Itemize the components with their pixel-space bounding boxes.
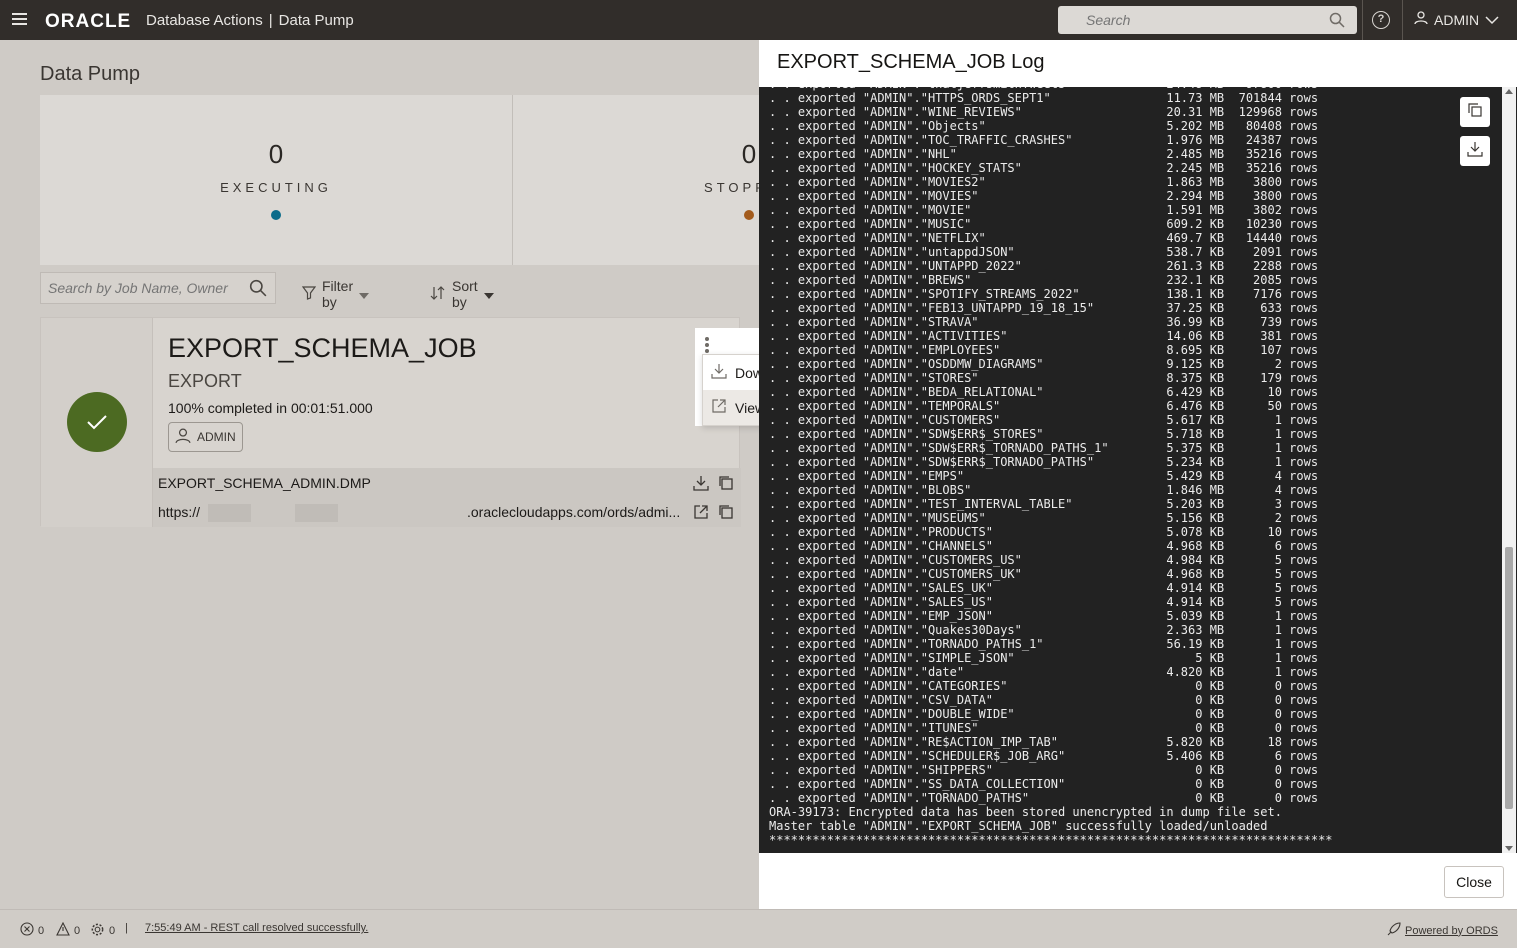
title-separator: |: [268, 12, 273, 29]
job-search-input[interactable]: [41, 273, 241, 303]
url-prefix: https://: [158, 504, 201, 520]
app-name: Database Actions: [146, 12, 263, 29]
rocket-icon: [1387, 922, 1401, 939]
global-search[interactable]: [1058, 6, 1357, 34]
scroll-down-icon[interactable]: [1505, 846, 1513, 851]
stat-count: 0: [268, 139, 284, 169]
warning-icon: [56, 921, 70, 939]
owner-name: ADMIN: [197, 430, 236, 444]
job-files: EXPORT_SCHEMA_ADMIN.DMP https:// .oracle…: [153, 468, 741, 527]
header-divider: [1402, 0, 1403, 40]
status-message[interactable]: 7:55:49 AM - REST call resolved successf…: [145, 922, 368, 934]
scroll-up-icon[interactable]: [1505, 89, 1513, 94]
user-name: ADMIN: [1434, 11, 1480, 28]
page-title: Data Pump: [40, 63, 141, 85]
gear-icon: [90, 922, 105, 940]
powered-by-ords[interactable]: Powered by ORDS: [1387, 922, 1498, 939]
global-search-input[interactable]: [1058, 6, 1318, 34]
error-count-value: 0: [38, 924, 45, 937]
log-scrollbar[interactable]: [1502, 87, 1516, 853]
status-summary: 0 EXECUTING 0 STOPPED: [40, 95, 790, 265]
help-icon[interactable]: ?: [1372, 11, 1390, 29]
dump-file-name: EXPORT_SCHEMA_ADMIN.DMP: [158, 475, 371, 491]
stat-label: EXECUTING: [220, 180, 332, 195]
status-separator: |: [125, 922, 128, 934]
caret-down-icon: [483, 286, 494, 302]
user-icon: [175, 428, 191, 447]
search-icon[interactable]: [249, 279, 267, 302]
filter-label: Filter by: [322, 278, 354, 310]
job-type: EXPORT: [168, 371, 242, 391]
status-dot: [271, 210, 281, 220]
job-status-panel: [41, 318, 153, 527]
warning-count[interactable]: 0: [56, 921, 81, 939]
redacted-block: [207, 504, 251, 523]
copy-log-button[interactable]: [1460, 97, 1490, 127]
log-title: EXPORT_SCHEMA_JOB Log: [777, 51, 1045, 73]
job-progress: 100% completed in 00:01:51.000: [168, 400, 373, 416]
top-bar: ORACLE Database Actions | Data Pump ? ADMI…: [0, 0, 1517, 40]
job-search[interactable]: [40, 272, 276, 304]
sort-icon: [430, 285, 446, 304]
header-divider: [1362, 0, 1363, 40]
chevron-down-icon: [1485, 12, 1499, 28]
warning-count-value: 0: [74, 924, 81, 937]
settings-count[interactable]: 0: [90, 922, 115, 940]
download-log-button[interactable]: [1460, 136, 1490, 166]
log-text: . . exported "ADMIN"."thatjeffsmithTweet…: [769, 87, 1333, 847]
owner-chip: ADMIN: [168, 422, 243, 452]
status-dot: [744, 210, 754, 220]
dump-file-url[interactable]: https:// .oraclecloudapps.com/ords/admi.…: [158, 504, 683, 523]
filter-button[interactable]: Filter by: [301, 278, 370, 310]
status-bar: 0 0 0 | 7:55:49 AM - REST call resolved …: [0, 909, 1517, 948]
app-title: Database Actions | Data Pump: [146, 12, 354, 29]
log-console[interactable]: . . exported "ADMIN"."thatjeffsmithTweet…: [759, 87, 1517, 853]
copy-icon[interactable]: [718, 475, 734, 491]
external-link-icon: [711, 398, 727, 417]
success-check-icon: [67, 392, 127, 452]
log-drawer: EXPORT_SCHEMA_JOB Log . . exported "ADMI…: [759, 40, 1517, 909]
stat-executing[interactable]: 0 EXECUTING: [40, 95, 512, 265]
url-host: .oraclecloudapps.com/ords/admi...: [467, 504, 681, 520]
data-pump-page: Data Pump 0 EXECUTING 0 STOPPED Filter b…: [0, 40, 790, 909]
download-icon: [711, 363, 727, 382]
status-message-link[interactable]: 7:55:49 AM - REST call resolved successf…: [145, 922, 368, 934]
job-name: EXPORT_SCHEMA_JOB: [168, 333, 477, 363]
hamburger-icon[interactable]: [12, 13, 27, 25]
scrollbar-thumb[interactable]: [1505, 547, 1513, 809]
copy-icon[interactable]: [718, 504, 734, 520]
external-link-icon[interactable]: [693, 504, 709, 520]
error-icon: [20, 922, 34, 939]
job-card[interactable]: EXPORT_SCHEMA_JOB EXPORT 100% completed …: [40, 317, 741, 527]
close-button[interactable]: Close: [1444, 866, 1504, 898]
error-count[interactable]: 0: [20, 922, 44, 939]
filter-icon: [301, 285, 317, 303]
download-icon: [1467, 141, 1483, 162]
settings-count-value: 0: [109, 925, 116, 937]
powered-by-link[interactable]: Powered by ORDS: [1405, 925, 1498, 937]
user-icon: [1414, 11, 1428, 28]
sort-label: Sort by: [452, 278, 478, 310]
redacted-block: [294, 504, 338, 523]
download-icon[interactable]: [693, 475, 709, 491]
caret-down-icon: [359, 286, 370, 302]
oracle-logo: ORACLE: [45, 11, 132, 32]
more-actions-icon[interactable]: [705, 337, 709, 353]
sort-button[interactable]: Sort by: [430, 278, 494, 310]
user-menu[interactable]: ADMIN: [1414, 11, 1499, 28]
page-name: Data Pump: [278, 12, 354, 29]
copy-icon: [1467, 102, 1483, 123]
search-icon[interactable]: [1329, 12, 1345, 33]
